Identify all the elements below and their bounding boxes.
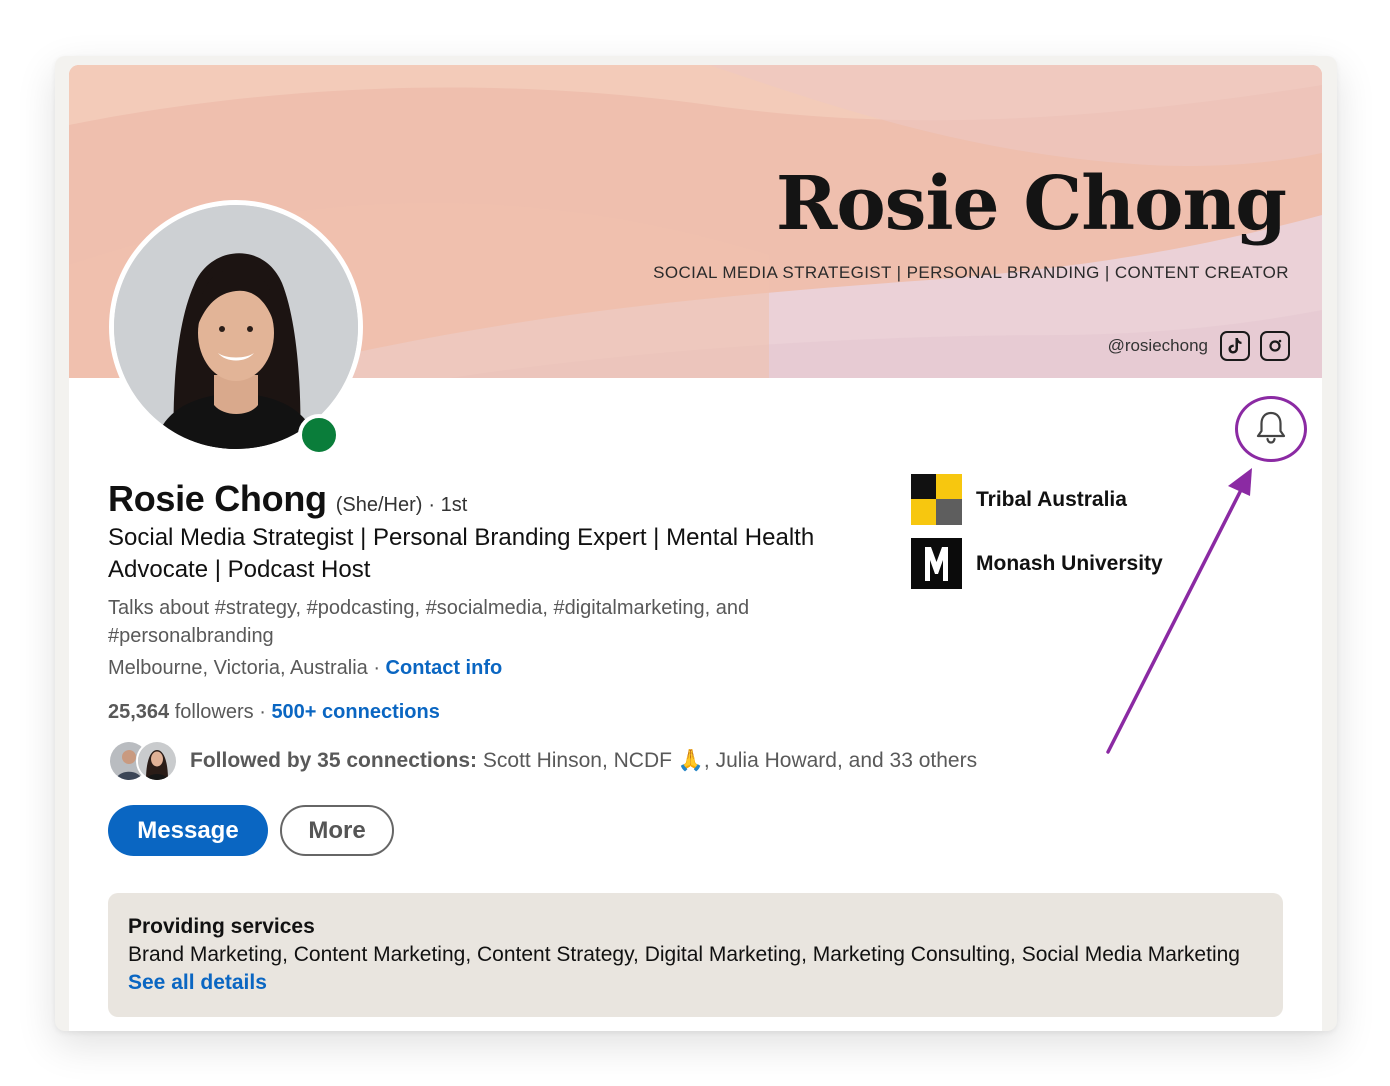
connections-link[interactable]: 500+ connections [271, 701, 439, 723]
stats-separator: · [253, 701, 272, 723]
location-row: Melbourne, Victoria, Australia · Contact… [108, 657, 502, 680]
location: Melbourne, Victoria, Australia [108, 657, 368, 679]
stats-row: 25,364 followers · 500+ connections [108, 701, 440, 724]
mutual-avatar [136, 740, 178, 782]
tribal-australia-logo [911, 474, 962, 525]
monash-university-logo [911, 538, 962, 589]
experience-label: Monash University [976, 551, 1163, 575]
providing-services-section: Providing services Brand Marketing, Cont… [108, 893, 1283, 1017]
experience-item-monash-university[interactable]: Monash University [911, 538, 1163, 589]
profile-card: Rosie Chong SOCIAL MEDIA STRATEGIST | PE… [69, 65, 1322, 1031]
name-row: Rosie Chong (She/Her) · 1st [108, 478, 467, 520]
connection-degree: · 1st [428, 494, 468, 516]
followers-label: followers [169, 701, 254, 723]
banner-social: @rosiechong [1108, 331, 1290, 361]
message-button[interactable]: Message [108, 805, 268, 856]
followed-by-text: Followed by 35 connections: Scott Hinson… [190, 749, 977, 773]
banner-name: Rosie Chong [775, 161, 1287, 247]
followers-count: 25,364 [108, 701, 170, 723]
services-title: Providing services [128, 915, 315, 938]
followed-by-names: Scott Hinson, NCDF 🙏, Julia Howard, and … [477, 749, 978, 772]
profile-name: Rosie Chong [108, 478, 327, 519]
experience-item-tribal-australia[interactable]: Tribal Australia [911, 474, 1127, 525]
pronouns: (She/Her) [335, 494, 423, 516]
tiktok-icon [1220, 331, 1250, 361]
banner-handle: @rosiechong [1107, 336, 1208, 355]
profile-headline: Social Media Strategist | Personal Brand… [108, 524, 815, 583]
followed-by-label: Followed by 35 connections: [190, 749, 478, 772]
talks-about: Talks about #strategy, #podcasting, #soc… [108, 597, 750, 647]
see-all-details-link[interactable]: See all details [128, 969, 1263, 997]
online-status-indicator [298, 414, 340, 456]
contact-info-link[interactable]: Contact info [386, 657, 503, 679]
mutual-followers[interactable]: Followed by 35 connections: Scott Hinson… [108, 740, 977, 782]
more-button[interactable]: More [280, 805, 394, 856]
notification-bell-button[interactable] [1235, 396, 1307, 462]
experience-label: Tribal Australia [976, 487, 1127, 511]
instagram-icon [1260, 331, 1290, 361]
bell-icon [1254, 409, 1288, 450]
services-list: Brand Marketing, Content Marketing, Cont… [128, 943, 1240, 966]
location-separator: · [367, 657, 386, 679]
banner-tagline: SOCIAL MEDIA STRATEGIST | PERSONAL BRAND… [653, 263, 1289, 282]
